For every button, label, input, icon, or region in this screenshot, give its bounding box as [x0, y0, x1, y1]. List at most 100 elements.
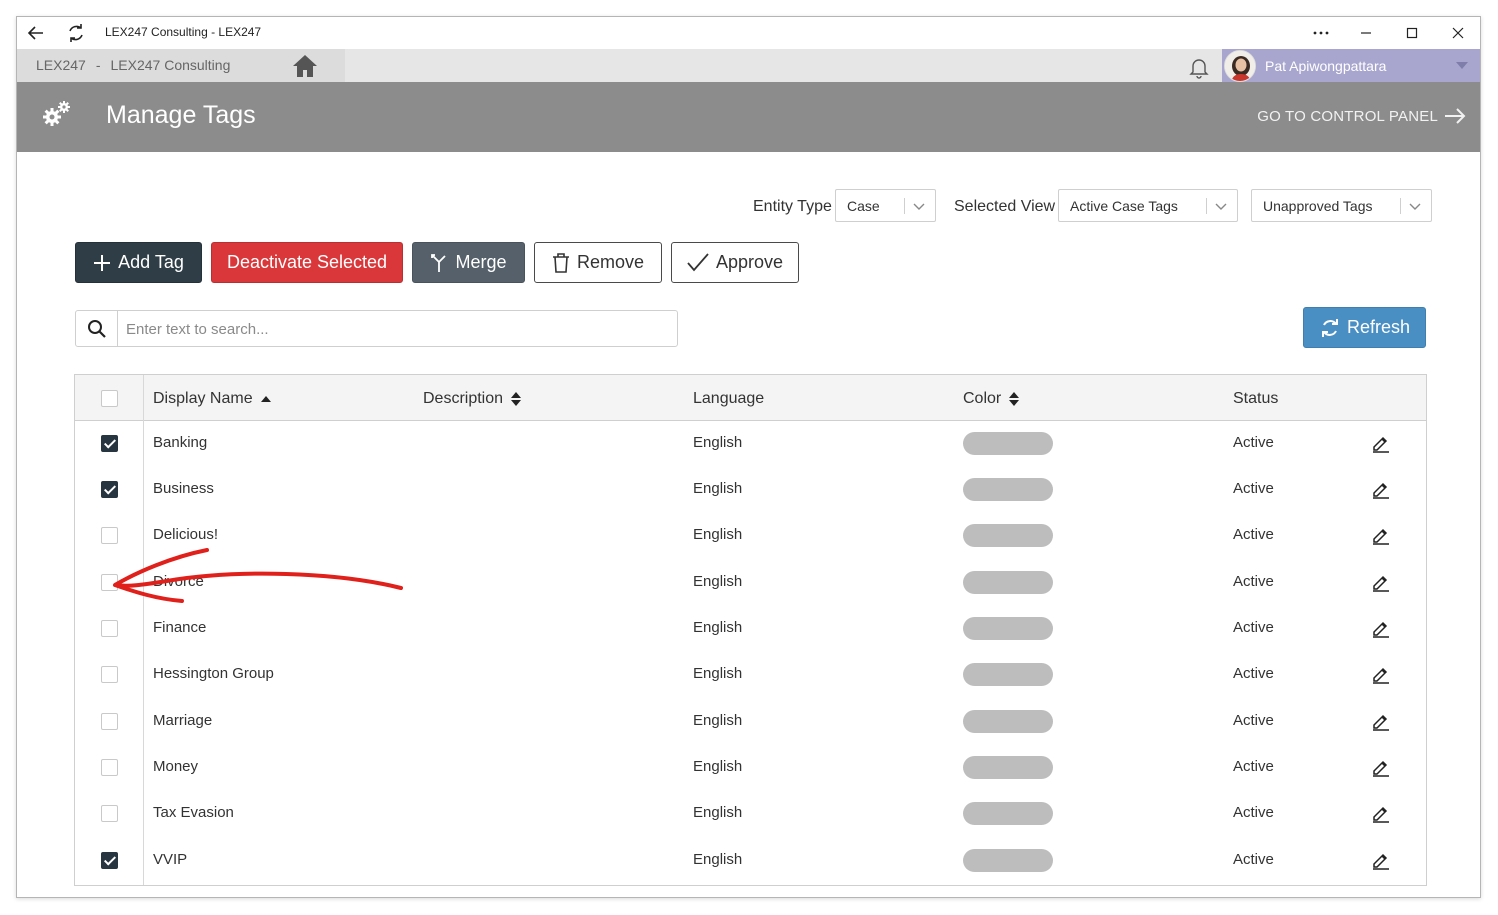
- select-all-checkbox[interactable]: [101, 390, 118, 407]
- color-swatch: [963, 617, 1053, 640]
- search-input[interactable]: [126, 318, 666, 340]
- entity-type-value: Case: [847, 198, 880, 214]
- refresh-button[interactable]: Refresh: [1303, 307, 1426, 348]
- cell-display-name: Business: [153, 480, 214, 497]
- cell-display-name: Delicious!: [153, 526, 219, 543]
- row-checkbox[interactable]: [101, 435, 118, 452]
- chevron-down-icon: [1215, 203, 1227, 210]
- search-button[interactable]: [76, 311, 118, 346]
- table-row[interactable]: Business English Active: [75, 467, 1426, 513]
- color-swatch: [963, 524, 1053, 547]
- color-swatch: [963, 663, 1053, 686]
- cell-status: Active: [1233, 712, 1274, 729]
- reload-icon[interactable]: [65, 22, 87, 44]
- add-tag-button[interactable]: Add Tag: [75, 242, 202, 283]
- table-row[interactable]: Tax Evasion English Active: [75, 791, 1426, 837]
- cell-status: Active: [1233, 851, 1274, 868]
- pencil-icon[interactable]: [1371, 711, 1391, 731]
- window-title: LEX247 Consulting - LEX247: [105, 25, 262, 39]
- table-header: Display Name Description Language Color …: [75, 375, 1426, 421]
- entity-type-select[interactable]: Case: [835, 189, 936, 222]
- pencil-icon[interactable]: [1371, 757, 1391, 777]
- cell-display-name: Money: [153, 758, 199, 775]
- user-menu[interactable]: Pat Apiwongpattara: [1222, 49, 1480, 82]
- color-swatch: [963, 478, 1053, 501]
- pencil-icon[interactable]: [1371, 479, 1391, 499]
- chevron-down-icon: [1409, 203, 1421, 210]
- cell-display-name: Hessington Group: [153, 665, 274, 682]
- row-checkbox[interactable]: [101, 481, 118, 498]
- pencil-icon[interactable]: [1371, 850, 1391, 870]
- merge-button[interactable]: Merge: [412, 242, 525, 283]
- table-row[interactable]: Money English Active: [75, 745, 1426, 791]
- pencil-icon[interactable]: [1371, 525, 1391, 545]
- row-checkbox[interactable]: [101, 852, 118, 869]
- row-checkbox[interactable]: [101, 759, 118, 776]
- header-display-name[interactable]: Display Name: [153, 390, 271, 408]
- row-checkbox[interactable]: [101, 713, 118, 730]
- arrow-right-icon: [1445, 108, 1466, 124]
- table-row[interactable]: Marriage English Active: [75, 699, 1426, 745]
- org-name: LEX247 Consulting: [110, 57, 231, 73]
- close-icon[interactable]: [1446, 21, 1470, 45]
- cell-display-name: VVIP: [153, 851, 188, 868]
- pencil-icon[interactable]: [1371, 618, 1391, 638]
- pencil-icon[interactable]: [1371, 433, 1391, 453]
- sort-asc-icon: [260, 396, 271, 402]
- header-status[interactable]: Status: [1233, 390, 1278, 408]
- cell-status: Active: [1233, 573, 1274, 590]
- remove-label: Remove: [576, 252, 645, 272]
- selected-view-select[interactable]: Active Case Tags: [1058, 189, 1238, 222]
- chevron-down-icon: [1456, 62, 1468, 69]
- cell-status: Active: [1233, 804, 1274, 821]
- maximize-icon[interactable]: [1400, 21, 1424, 45]
- table-row[interactable]: Finance English Active: [75, 606, 1426, 652]
- entity-type-label: Entity Type: [753, 198, 832, 215]
- table-row[interactable]: Banking English Active: [75, 421, 1426, 467]
- more-options-icon[interactable]: [1309, 21, 1333, 45]
- breadcrumb-separator: -: [95, 57, 101, 73]
- table-row[interactable]: VVIP English Active: [75, 838, 1426, 884]
- gears-icon: [43, 101, 70, 126]
- table-row[interactable]: Delicious! English Active: [75, 513, 1426, 559]
- approval-filter-select[interactable]: Unapproved Tags: [1251, 189, 1432, 222]
- minimize-icon[interactable]: [1354, 21, 1378, 45]
- pencil-icon[interactable]: [1371, 803, 1391, 823]
- cell-language: English: [693, 526, 743, 543]
- refresh-icon: [1321, 318, 1338, 337]
- deactivate-selected-button[interactable]: Deactivate Selected: [211, 242, 403, 283]
- row-checkbox[interactable]: [101, 620, 118, 637]
- cell-language: English: [693, 480, 743, 497]
- cell-status: Active: [1233, 665, 1274, 682]
- control-panel-link[interactable]: GO TO CONTROL PANEL: [1257, 107, 1466, 125]
- header-description[interactable]: Description: [423, 390, 522, 408]
- row-checkbox[interactable]: [101, 666, 118, 683]
- remove-button[interactable]: Remove: [534, 242, 662, 283]
- row-checkbox[interactable]: [101, 527, 118, 544]
- approve-button[interactable]: Approve: [671, 242, 799, 283]
- pencil-icon[interactable]: [1371, 664, 1391, 684]
- header-status-label: Status: [1233, 390, 1279, 407]
- back-arrow-icon[interactable]: [25, 22, 47, 44]
- selected-view-label: Selected View: [954, 198, 1056, 215]
- pencil-icon[interactable]: [1371, 572, 1391, 592]
- bell-icon[interactable]: [1187, 55, 1211, 79]
- page-title: Manage Tags: [106, 101, 256, 129]
- select-divider: [904, 198, 905, 214]
- header-language[interactable]: Language: [693, 390, 764, 408]
- cell-language: English: [693, 851, 743, 868]
- home-button[interactable]: [265, 49, 345, 82]
- sort-icon: [511, 392, 522, 406]
- brand-name: LEX247: [36, 57, 86, 73]
- select-divider: [1400, 198, 1401, 214]
- table-row[interactable]: Hessington Group English Active: [75, 652, 1426, 698]
- header-color[interactable]: Color: [963, 390, 1020, 408]
- cell-language: English: [693, 434, 743, 451]
- row-checkbox[interactable]: [101, 805, 118, 822]
- row-checkbox[interactable]: [101, 574, 118, 591]
- approve-label: Approve: [715, 252, 784, 272]
- color-swatch: [963, 710, 1053, 733]
- avatar: [1224, 50, 1256, 82]
- color-swatch: [963, 849, 1053, 872]
- table-row[interactable]: Divorce English Active: [75, 560, 1426, 606]
